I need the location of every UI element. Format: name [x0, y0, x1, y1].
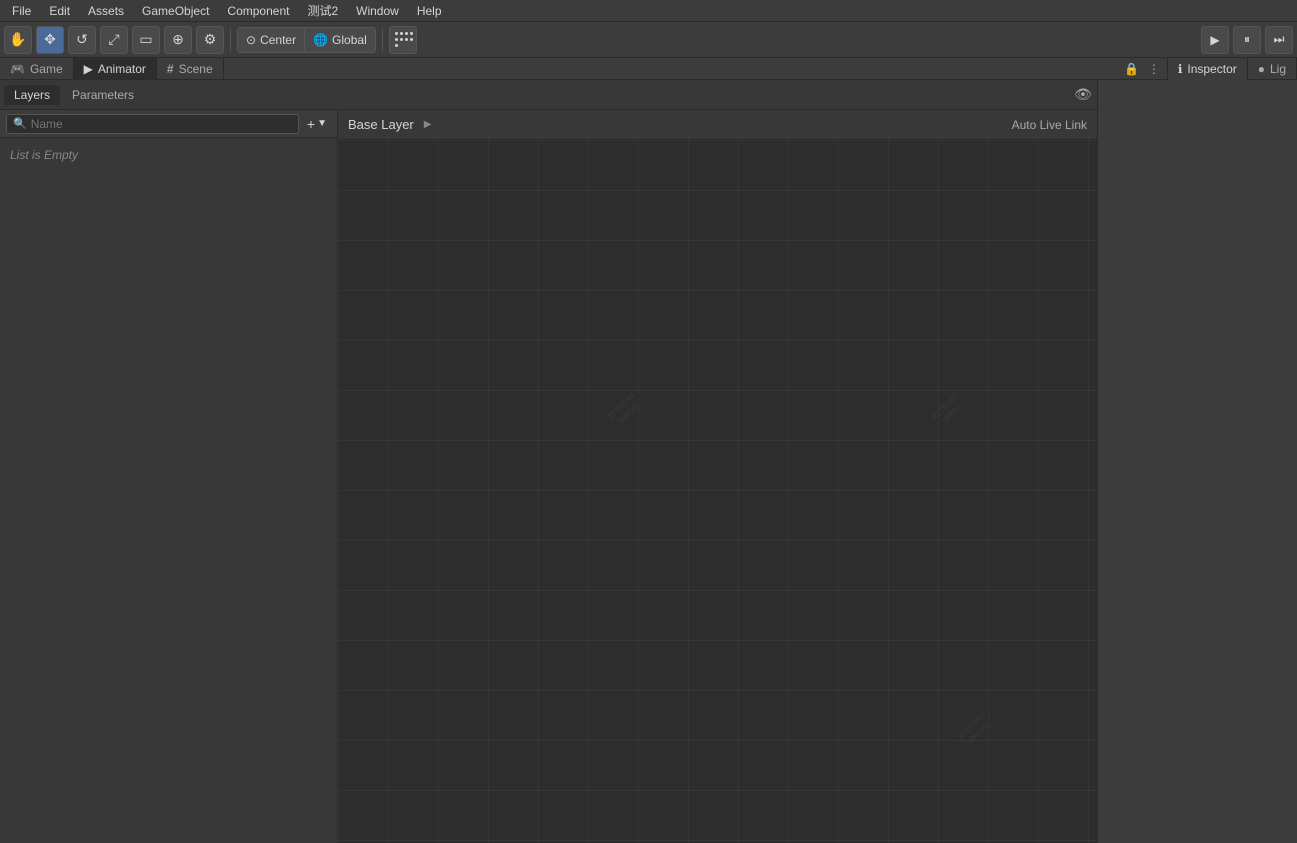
eye-button[interactable]: 👁 [1073, 85, 1093, 105]
animator-tab-label: Animator [98, 62, 146, 76]
watermark-2: ATTESA1MMSS [930, 391, 969, 430]
auto-live-link-button[interactable]: Auto Live Link [1012, 118, 1087, 132]
animator-icon: ▶ [84, 62, 93, 76]
scale-tool-button[interactable]: ⤢ [100, 26, 128, 54]
watermark-3: ATTESA1MMSS [956, 711, 995, 750]
animator-tab[interactable]: ▶ Animator [74, 58, 157, 80]
menu-window[interactable]: Window [348, 2, 407, 20]
transform-tool-button[interactable]: ⊕ [164, 26, 192, 54]
tab-actions: 🔒 ⋮ [1119, 60, 1167, 78]
menu-edit[interactable]: Edit [41, 2, 78, 20]
inspector-tab[interactable]: ℹ Inspector [1167, 58, 1248, 80]
dropdown-icon: ▼ [317, 118, 327, 129]
animator-subtabs: Layers Parameters 👁 [0, 80, 1097, 110]
main-tab-bar: 🎮 Game ▶ Animator # Scene 🔒 ⋮ ℹ Inspecto… [0, 58, 1297, 80]
search-box[interactable]: 🔍 [6, 114, 299, 134]
grid-icon [395, 32, 411, 48]
center-icon: ⊙ [246, 33, 256, 47]
layers-subtab[interactable]: Layers [4, 85, 60, 105]
game-icon: 🎮 [10, 62, 25, 76]
light-icon: ● [1258, 62, 1265, 76]
light-tab-label: Lig [1270, 62, 1286, 76]
right-panel [1097, 80, 1297, 843]
scene-icon: # [167, 62, 174, 76]
global-label: Global [332, 33, 367, 47]
menu-help[interactable]: Help [409, 2, 450, 20]
game-tab[interactable]: 🎮 Game [0, 58, 74, 80]
center-label: Center [260, 33, 296, 47]
grid-section: Base Layer ▶ Auto Live Link ATTESA1MMSS … [338, 110, 1097, 843]
center-button[interactable]: ⊙ Center [238, 29, 304, 51]
move-tool-button[interactable]: ✥ [36, 26, 64, 54]
menu-test2[interactable]: 测试2 [299, 0, 346, 21]
rotate-tool-button[interactable]: ↺ [68, 26, 96, 54]
rect-tool-button[interactable]: ▭ [132, 26, 160, 54]
grid-area[interactable]: ATTESA1MMSS ATTESA1MMSS ATTESA1MMSS [338, 140, 1097, 843]
menu-component[interactable]: Component [219, 2, 297, 20]
game-tab-label: Game [30, 62, 63, 76]
global-icon: 🌐 [313, 33, 328, 47]
scene-tab[interactable]: # Scene [157, 58, 224, 80]
grid-toggle-button[interactable] [389, 26, 417, 54]
separator-1 [230, 28, 231, 52]
main-content: Layers Parameters 👁 🔍 + ▼ [0, 80, 1297, 843]
lock-button[interactable]: 🔒 [1123, 60, 1141, 78]
inspector-tab-label: Inspector [1187, 62, 1236, 76]
toolbar: ✋ ✥ ↺ ⤢ ▭ ⊕ ⚙ ⊙ Center 🌐 Global ▶ ⏸ ⏭ [0, 22, 1297, 58]
scene-tab-label: Scene [179, 62, 213, 76]
watermark-1: ATTESA1MMSS [606, 391, 645, 430]
empty-list-label: List is Empty [0, 138, 337, 172]
pause-button[interactable]: ⏸ [1233, 26, 1261, 54]
pivot-group: ⊙ Center 🌐 Global [237, 27, 376, 53]
inspector-icon: ℹ [1178, 62, 1183, 76]
base-layer-arrow: ▶ [424, 119, 432, 130]
global-button[interactable]: 🌐 Global [305, 29, 375, 51]
hand-tool-button[interactable]: ✋ [4, 26, 32, 54]
menu-gameobject[interactable]: GameObject [134, 2, 217, 20]
search-icon: 🔍 [13, 117, 27, 130]
menu-file[interactable]: File [4, 2, 39, 20]
add-layer-button[interactable]: + ▼ [303, 114, 331, 134]
base-layer-label: Base Layer [348, 117, 414, 132]
left-panel: 🔍 + ▼ List is Empty [0, 110, 338, 843]
light-tab[interactable]: ● Lig [1248, 58, 1297, 80]
more-button[interactable]: ⋮ [1145, 60, 1163, 78]
separator-2 [382, 28, 383, 52]
left-panel-header: 🔍 + ▼ [0, 110, 337, 138]
custom-tools-button[interactable]: ⚙ [196, 26, 224, 54]
animator-panel: Layers Parameters 👁 🔍 + ▼ [0, 80, 1097, 843]
toolbar-right: ▶ ⏸ ⏭ [1201, 26, 1293, 54]
menu-bar: File Edit Assets GameObject Component 测试… [0, 0, 1297, 22]
grid-canvas-header: Base Layer ▶ Auto Live Link [338, 110, 1097, 140]
animator-layout: 🔍 + ▼ List is Empty Base Layer ▶ [0, 110, 1097, 843]
play-button[interactable]: ▶ [1201, 26, 1229, 54]
step-button[interactable]: ⏭ [1265, 26, 1293, 54]
add-icon: + [307, 116, 315, 132]
search-input[interactable] [31, 117, 292, 131]
menu-assets[interactable]: Assets [80, 2, 132, 20]
parameters-subtab[interactable]: Parameters [62, 85, 144, 105]
